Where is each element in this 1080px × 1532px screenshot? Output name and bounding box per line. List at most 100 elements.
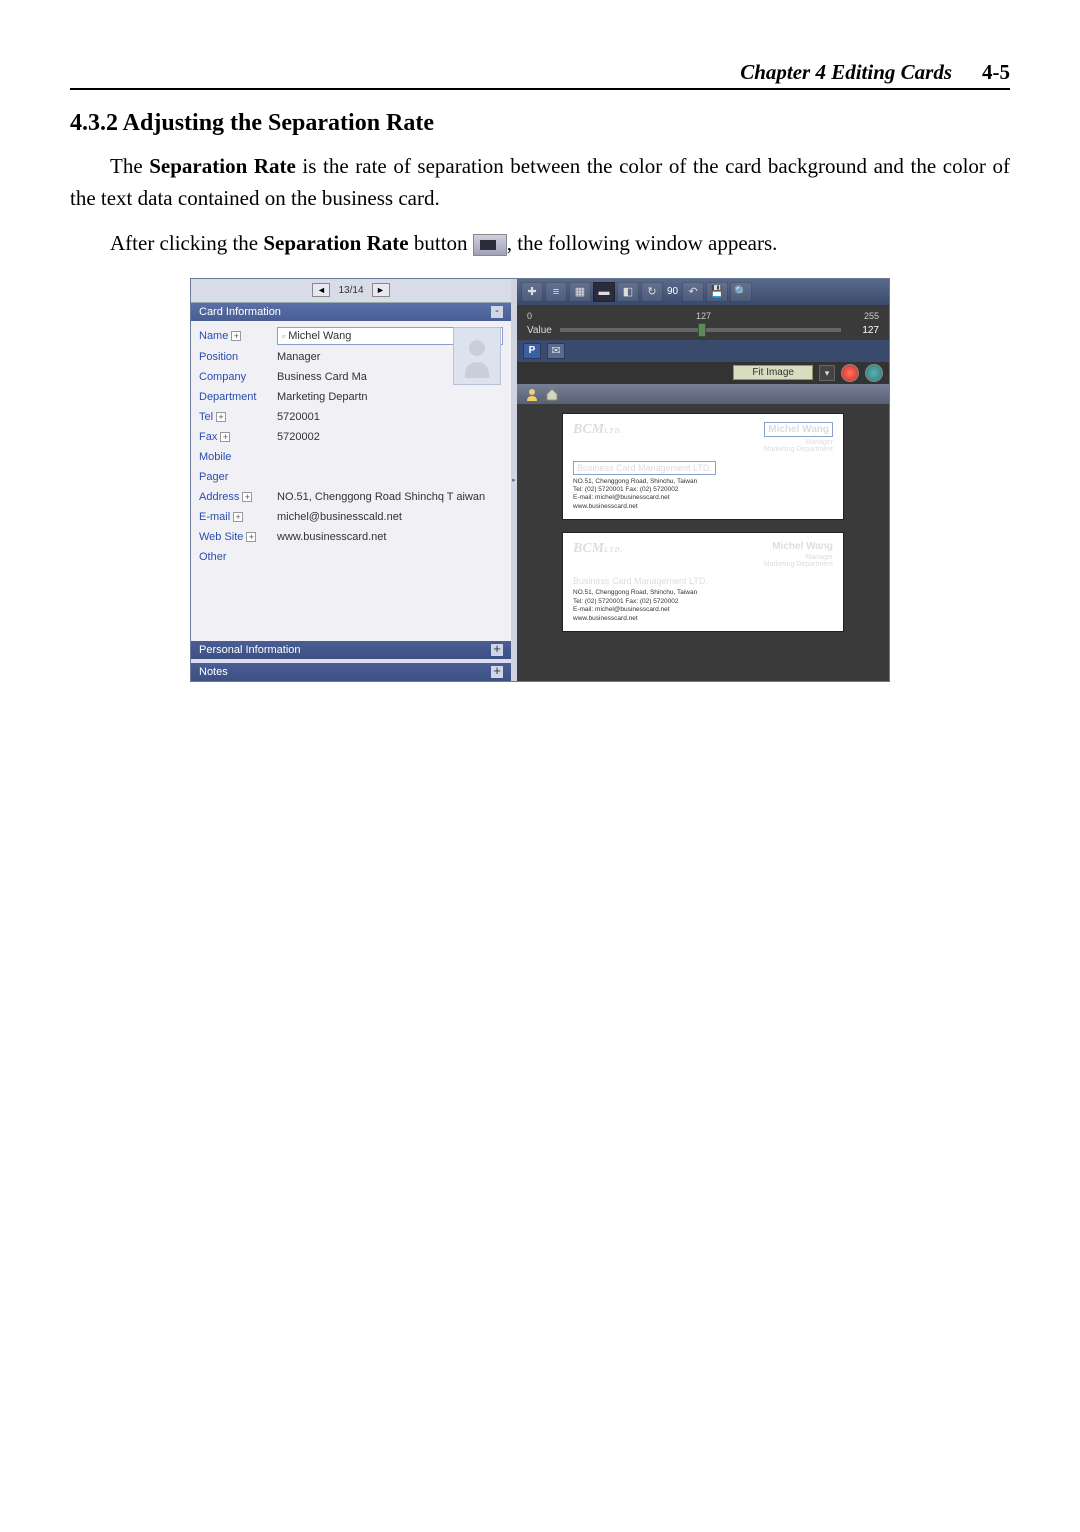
add-button-icon[interactable]: ✚ <box>521 282 543 302</box>
fax-value[interactable]: 5720002 <box>277 431 503 443</box>
header-rule <box>70 88 1010 90</box>
mail-preview-icon[interactable]: ✉ <box>547 343 565 359</box>
avatar-placeholder[interactable] <box>453 327 501 385</box>
preview-toggle-bar: P ✉ <box>517 340 889 362</box>
card-preview-back: BCMLTD. Michel Wang Manager Marketing De… <box>563 533 843 631</box>
separation-slider-panel: 0 127 255 Value 127 <box>517 305 889 340</box>
expand-icon[interactable]: + <box>220 432 230 442</box>
card-name: Michel Wang <box>764 541 833 552</box>
paragraph-2: After clicking the Separation Rate butto… <box>70 228 1010 260</box>
field-pager: Pager <box>191 467 511 487</box>
home-icon <box>545 387 559 401</box>
other-label: Other <box>199 551 277 563</box>
text: button <box>409 231 473 255</box>
company-label: Company <box>199 371 277 383</box>
field-tel: Tel + 5720001 <box>191 407 511 427</box>
image-toolbar: ✚ ≡ ▦ ▬ ◧ ↻ 90 ↶ 💾 🔍 <box>517 279 889 305</box>
paragraph-1: The Separation Rate is the rate of separ… <box>70 151 1010 214</box>
tel-label: Tel + <box>199 411 277 423</box>
position-label: Position <box>199 351 277 363</box>
text: The <box>110 154 149 178</box>
address-value[interactable]: NO.51, Chenggong Road Shinchq T aiwan <box>277 491 503 503</box>
field-mobile: Mobile <box>191 447 511 467</box>
close-button-icon[interactable] <box>841 364 859 382</box>
section-label: Card Information <box>199 306 281 318</box>
slider-mid: 127 <box>696 311 711 321</box>
revert-icon[interactable]: ↶ <box>682 282 704 302</box>
app-window: ◄ 13/14 ► Card Information - Name+ ▫Mich… <box>190 278 890 682</box>
person-icon <box>459 334 495 378</box>
department-label: Department <box>199 391 277 403</box>
card-title: Manager <box>764 554 833 561</box>
department-value[interactable]: Marketing Departn <box>277 391 503 403</box>
expand-icon[interactable]: + <box>246 532 256 542</box>
slider-value: 127 <box>849 325 879 336</box>
slider-max: 255 <box>864 311 879 321</box>
card-company: Business Card Management LTD. <box>573 576 833 586</box>
field-other: Other <box>191 547 511 567</box>
website-value[interactable]: www.businesscard.net <box>277 531 503 543</box>
expand-icon[interactable]: + <box>216 412 226 422</box>
separation-rate-button[interactable]: ▬ <box>593 282 615 302</box>
card-logo: BCMLTD. <box>573 541 623 557</box>
separation-rate-button-icon <box>473 234 507 256</box>
section-label: Personal Information <box>199 644 301 656</box>
address-label: Address + <box>199 491 277 503</box>
website-label: Web Site + <box>199 531 277 543</box>
slider-track[interactable] <box>560 328 841 332</box>
thumbnail-strip[interactable] <box>517 384 889 404</box>
tel-value[interactable]: 5720001 <box>277 411 503 423</box>
zoom-icon[interactable]: 🔍 <box>730 282 752 302</box>
expand-icon[interactable]: + <box>242 492 252 502</box>
card-name[interactable]: Michel Wang <box>764 422 833 437</box>
card-details: NO.51, Chenggong Road, Shinchu, Taiwan T… <box>573 478 833 512</box>
term-separation-rate: Separation Rate <box>149 154 296 178</box>
card-company[interactable]: Business Card Management LTD. <box>573 461 716 475</box>
save-icon[interactable]: 💾 <box>706 282 728 302</box>
contrast-icon[interactable]: ◧ <box>617 282 639 302</box>
page-number: 4-5 <box>982 60 1010 85</box>
notes-header[interactable]: Notes + <box>191 663 511 681</box>
card-preview-front: BCMLTD. Michel Wang Manager Marketing De… <box>563 414 843 520</box>
card-fields: Name+ ▫Michel Wang Position Manager Comp… <box>191 321 511 571</box>
card-logo: BCMLTD. <box>573 422 623 438</box>
left-panel: ◄ 13/14 ► Card Information - Name+ ▫Mich… <box>191 279 511 681</box>
rotate-icon[interactable]: ↻ <box>641 282 663 302</box>
fit-image-button[interactable]: Fit Image <box>733 365 813 380</box>
collapse-icon[interactable]: - <box>491 306 503 318</box>
card-information-header[interactable]: Card Information - <box>191 303 511 321</box>
slider-min: 0 <box>527 311 532 321</box>
right-panel: ✚ ≡ ▦ ▬ ◧ ↻ 90 ↶ 💾 🔍 0 127 255 Value 127 <box>517 279 889 681</box>
next-record-button[interactable]: ► <box>372 283 390 297</box>
card-preview-area: BCMLTD. Michel Wang Manager Marketing De… <box>517 404 889 681</box>
email-label: E-mail + <box>199 511 277 523</box>
field-fax: Fax + 5720002 <box>191 427 511 447</box>
person-icon <box>525 387 539 401</box>
expand-icon[interactable]: + <box>491 666 503 678</box>
section-heading: 4.3.2 Adjusting the Separation Rate <box>70 110 1010 137</box>
email-value[interactable]: michel@businesscald.net <box>277 511 503 523</box>
text: , the following window appears. <box>507 231 778 255</box>
name-label: Name+ <box>199 330 277 342</box>
grid-view-icon[interactable]: ▦ <box>569 282 591 302</box>
field-address: Address + NO.51, Chenggong Road Shinchq … <box>191 487 511 507</box>
field-department: Department Marketing Departn <box>191 387 511 407</box>
card-details: NO.51, Chenggong Road, Shinchu, Taiwan T… <box>573 589 833 623</box>
expand-icon[interactable]: + <box>491 644 503 656</box>
personal-information-header[interactable]: Personal Information + <box>191 641 511 659</box>
card-department: Marketing Department <box>764 446 833 453</box>
card-title: Manager <box>764 439 833 446</box>
expand-icon[interactable]: + <box>231 331 241 341</box>
dropdown-arrow-icon[interactable]: ▾ <box>819 365 835 381</box>
rotation-value: 90 <box>665 286 680 297</box>
expand-icon[interactable]: + <box>233 512 243 522</box>
slider-thumb[interactable] <box>698 323 706 337</box>
card-department: Marketing Department <box>764 561 833 568</box>
field-website: Web Site + www.businesscard.net <box>191 527 511 547</box>
apply-button-icon[interactable] <box>865 364 883 382</box>
prev-record-button[interactable]: ◄ <box>312 283 330 297</box>
preview-mode-icon[interactable]: P <box>523 343 541 359</box>
list-view-icon[interactable]: ≡ <box>545 282 567 302</box>
field-email: E-mail + michel@businesscald.net <box>191 507 511 527</box>
term-separation-rate: Separation Rate <box>263 231 408 255</box>
